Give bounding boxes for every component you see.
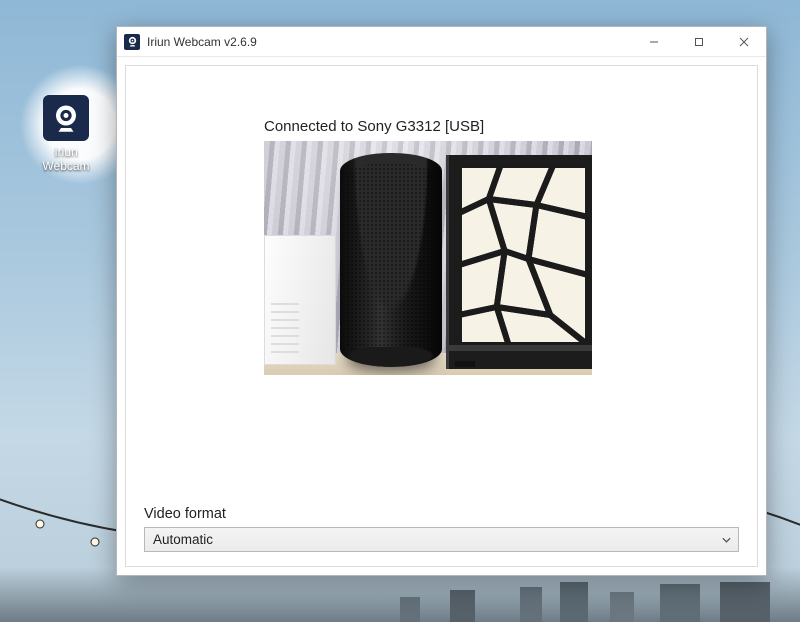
window-maximize-button[interactable]: [676, 27, 721, 57]
video-format-label: Video format: [144, 506, 739, 522]
window-title: Iriun Webcam v2.6.9: [147, 35, 257, 49]
chevron-down-icon: [721, 534, 732, 545]
window-titlebar[interactable]: Iriun Webcam v2.6.9: [117, 27, 766, 57]
app-window-iriun-webcam: Iriun Webcam v2.6.9 Connected to Sony G3…: [116, 26, 767, 576]
desktop-shortcut-iriun-webcam[interactable]: IriunWebcam: [30, 95, 102, 174]
connection-status-text: Connected to Sony G3312 [USB]: [264, 118, 739, 135]
video-format-selected-value: Automatic: [153, 532, 213, 547]
webcam-app-icon: [124, 34, 140, 50]
window-client-area: Connected to Sony G3312 [USB]: [125, 65, 758, 567]
video-format-select[interactable]: Automatic: [144, 527, 739, 552]
window-minimize-button[interactable]: [631, 27, 676, 57]
window-close-button[interactable]: [721, 27, 766, 57]
webcam-preview: [264, 141, 592, 375]
webcam-app-icon: [43, 95, 89, 141]
desktop-shortcut-label: IriunWebcam: [30, 145, 102, 174]
